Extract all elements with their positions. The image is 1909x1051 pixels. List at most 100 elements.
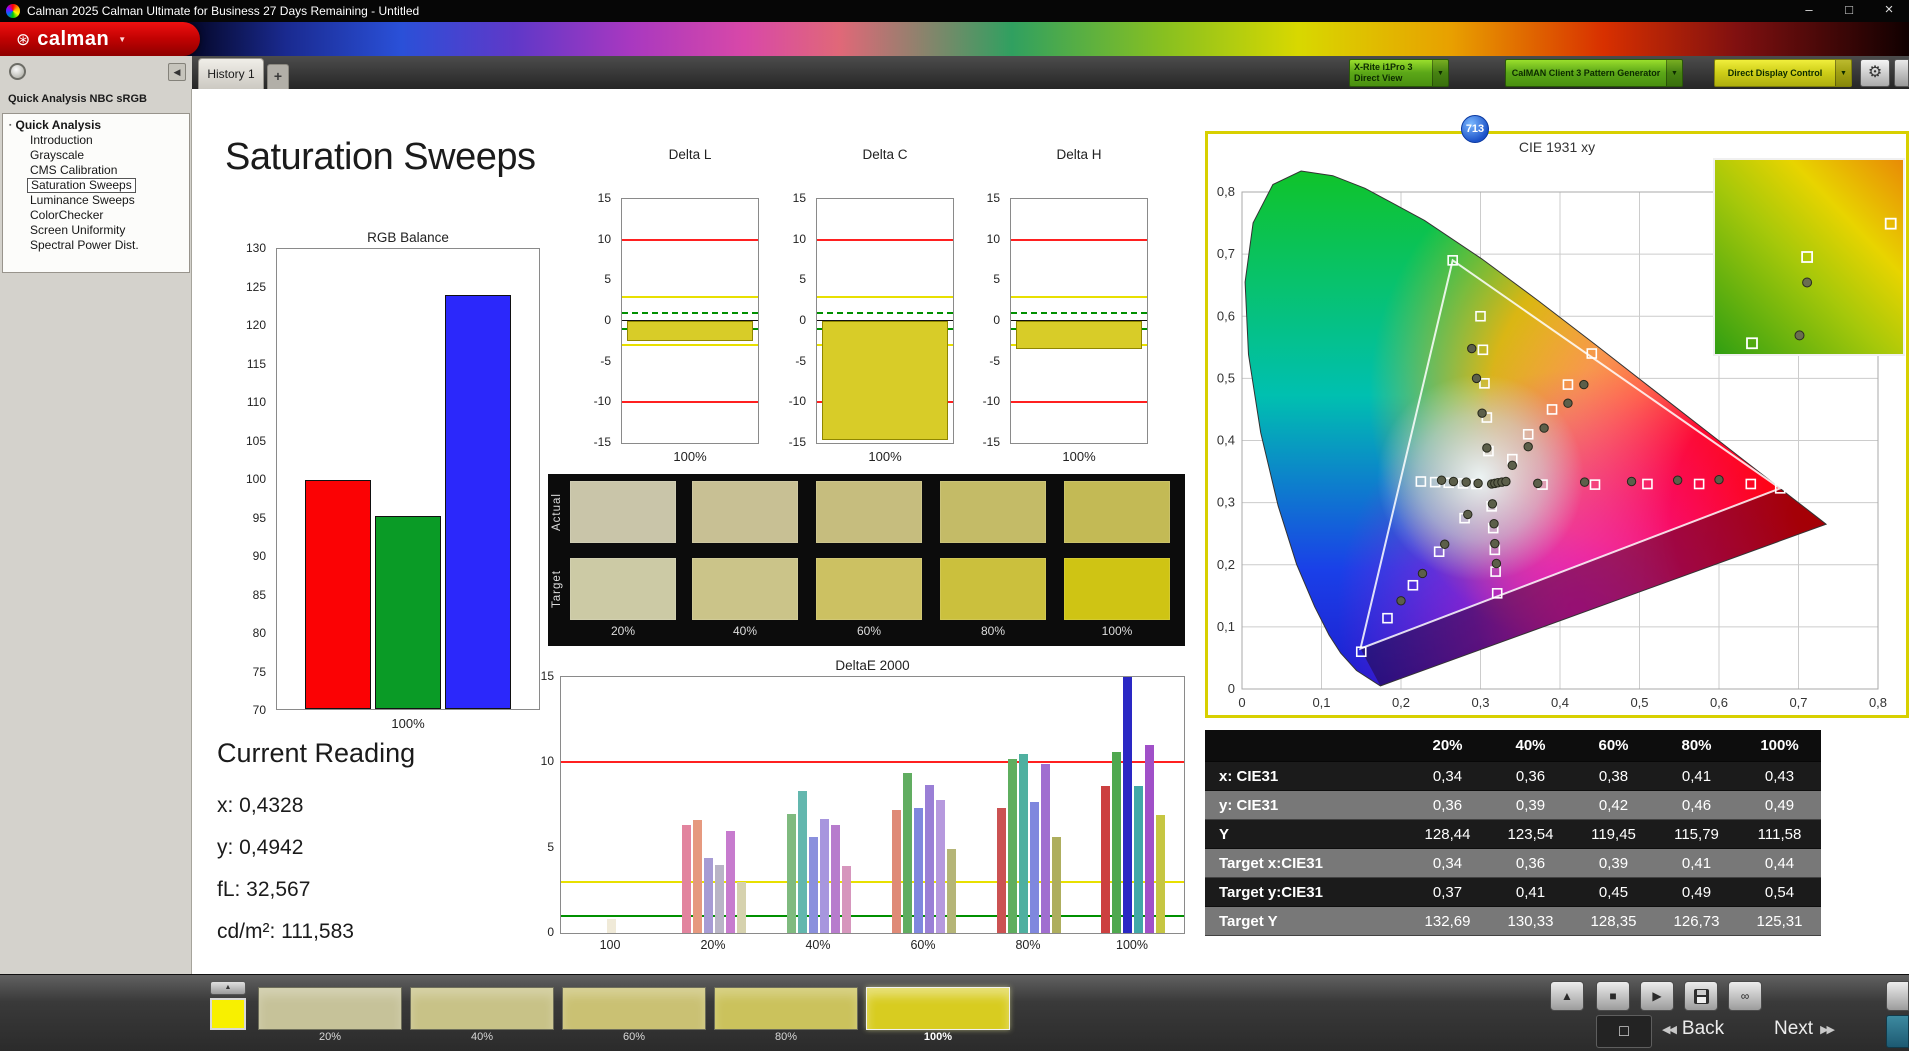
save-button[interactable] <box>1684 981 1718 1011</box>
cell-value: 0,36 <box>1489 855 1572 872</box>
sidebar-item-spectral-power-dist-[interactable]: Spectral Power Dist. <box>27 238 142 253</box>
meter-selector[interactable]: X-Rite i1Pro 3 Direct View ▼ <box>1349 59 1449 87</box>
sidebar-collapse-button[interactable]: ◀ <box>168 63 186 81</box>
cell-value: 0,34 <box>1406 768 1489 785</box>
current-reading: Current Reading x: 0,4328y: 0,4942fL: 32… <box>217 738 415 953</box>
deltae-bar <box>726 831 735 933</box>
window-maximize-button[interactable]: □ <box>1829 0 1869 22</box>
pattern-bottom-bar: ▲ ▲ ■ ▶ ∞ □ ◀◀ Back Next ▶▶ 20% 40%60%80%… <box>0 974 1909 1051</box>
cell-value: 0,54 <box>1738 884 1821 901</box>
reference-line <box>817 296 953 298</box>
cell-value: 125,31 <box>1738 913 1821 930</box>
y-tick-label: 10 <box>793 232 806 246</box>
measured-marker <box>1492 559 1500 567</box>
reference-line <box>622 312 758 314</box>
add-tab-button[interactable]: + <box>267 64 289 89</box>
delta-c-chart: Delta C 151050-5-10-15 100% <box>770 143 965 468</box>
sidebar-item-grayscale[interactable]: Grayscale <box>27 148 87 163</box>
tree-root-row[interactable]: ▪ Quick Analysis <box>9 118 187 133</box>
deltae-bar <box>1112 752 1121 933</box>
patch-eject-button[interactable]: ▲ <box>210 981 246 995</box>
y-tick-label: 90 <box>253 549 266 563</box>
sidebar-item-introduction[interactable]: Introduction <box>27 133 96 148</box>
measured-marker <box>1418 569 1426 577</box>
measured-marker <box>1715 475 1723 483</box>
swatch-label: 20% <box>258 1030 402 1045</box>
y-axis: 151050-5-10-15 <box>770 198 812 444</box>
y-tick-label: 95 <box>253 511 266 525</box>
y-tick-label: 0 <box>1228 681 1235 696</box>
pattern-swatch-40%[interactable]: 40% <box>410 987 554 1045</box>
column-header: 80% <box>1655 737 1738 754</box>
cell-value: 0,41 <box>1489 884 1572 901</box>
measured-marker <box>1449 477 1457 485</box>
delta-bar <box>822 321 948 440</box>
next-label: Next <box>1774 1018 1813 1040</box>
y-tick-label: -5 <box>600 354 611 368</box>
bar-red <box>305 480 371 709</box>
pattern-swatch-80%[interactable]: 80% <box>714 987 858 1045</box>
pattern-swatch-60%[interactable]: 60% <box>562 987 706 1045</box>
actual-swatch-100% <box>1064 481 1170 543</box>
partial-bottom-panel[interactable] <box>1886 1015 1909 1048</box>
partial-toolbar-button[interactable] <box>1894 59 1909 87</box>
next-button[interactable]: Next ▶▶ <box>1774 1018 1833 1040</box>
meter-text: X-Rite i1Pro 3 Direct View <box>1350 60 1432 86</box>
pattern-window-button[interactable]: □ <box>1596 1015 1652 1048</box>
swatch-column-label: 40% <box>733 624 757 638</box>
cell-value: 0,49 <box>1738 797 1821 814</box>
target-swatch-80% <box>940 558 1046 620</box>
swatch-column-label: 80% <box>981 624 1005 638</box>
partial-bottom-button[interactable] <box>1886 981 1909 1011</box>
spectrum-strip <box>0 22 1909 56</box>
sidebar-item-saturation-sweeps[interactable]: Saturation Sweeps <box>27 178 136 193</box>
cell-value: 0,34 <box>1406 855 1489 872</box>
pattern-swatch-100%[interactable]: 100% <box>866 987 1010 1045</box>
back-button[interactable]: ◀◀ Back <box>1662 1018 1724 1040</box>
reference-line <box>622 296 758 298</box>
y-tick-label: 5 <box>799 272 806 286</box>
y-tick-label: -15 <box>983 435 1000 449</box>
play-button[interactable]: ▶ <box>1640 981 1674 1011</box>
nav-circle-button[interactable] <box>9 63 26 80</box>
sidebar-item-colorchecker[interactable]: ColorChecker <box>27 208 106 223</box>
deltae-bar <box>925 785 934 933</box>
window-close-button[interactable]: × <box>1869 0 1909 22</box>
sidebar-item-screen-uniformity[interactable]: Screen Uniformity <box>27 223 128 238</box>
settings-gear-button[interactable]: ⚙ <box>1860 59 1890 87</box>
pattern-generator-selector[interactable]: CalMAN Client 3 Pattern Generator ▼ <box>1505 59 1683 87</box>
calman-logo-button[interactable]: ⊛ calman ▼ <box>0 22 200 56</box>
y-axis: 151050-5-10-15 <box>575 198 617 444</box>
measured-marker <box>1441 540 1449 548</box>
y-tick-label: -5 <box>989 354 1000 368</box>
sidebar-item-luminance-sweeps[interactable]: Luminance Sweeps <box>27 193 138 208</box>
meter-mode: Direct View <box>1354 73 1428 84</box>
cell-value: 128,35 <box>1572 913 1655 930</box>
pattern-swatch-20%[interactable]: 20% <box>258 987 402 1045</box>
inset-measured-marker <box>1795 331 1804 340</box>
display-dropdown-icon[interactable]: ▼ <box>1835 60 1851 86</box>
cell-value: 0,45 <box>1572 884 1655 901</box>
measured-marker <box>1491 539 1499 547</box>
workflow-title: Quick Analysis NBC sRGB <box>8 93 147 105</box>
y-tick-label: 0 <box>604 313 611 327</box>
sidebar-item-cms-calibration[interactable]: CMS Calibration <box>27 163 120 178</box>
sidebar-header-strip: ◀ <box>0 56 192 89</box>
tree-expand-icon[interactable]: ▪ <box>9 118 11 133</box>
tree-root-label[interactable]: Quick Analysis <box>15 118 101 133</box>
reading-value: y: 0,4942 <box>217 827 415 869</box>
window-minimize-button[interactable]: – <box>1789 0 1829 22</box>
stop-button[interactable]: ■ <box>1596 981 1630 1011</box>
eject-button[interactable]: ▲ <box>1550 981 1584 1011</box>
display-control-selector[interactable]: Direct Display Control ▼ <box>1714 59 1852 87</box>
table-row: x: CIE310,340,360,380,410,43 <box>1205 762 1821 791</box>
deltae-bar <box>947 849 956 933</box>
meter-dropdown-icon[interactable]: ▼ <box>1432 60 1448 86</box>
pattern-dropdown-icon[interactable]: ▼ <box>1666 60 1682 86</box>
deltae-bar <box>1134 786 1143 933</box>
cell-value: 0,46 <box>1655 797 1738 814</box>
loop-button[interactable]: ∞ <box>1728 981 1762 1011</box>
x-tick-label: 100 <box>600 938 621 952</box>
tab-history-1[interactable]: History 1 <box>198 58 264 89</box>
table-row: y: CIE310,360,390,420,460,49 <box>1205 791 1821 820</box>
